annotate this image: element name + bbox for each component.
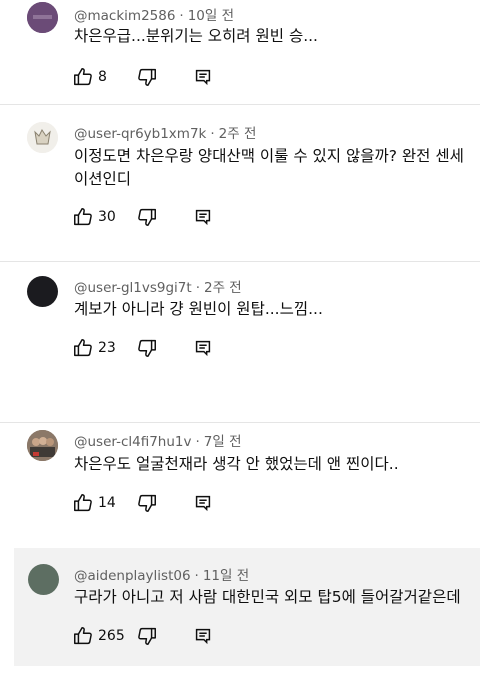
- avatar[interactable]: [27, 430, 58, 461]
- comment-meta: @aidenplaylist06 · 11일 전: [74, 564, 249, 584]
- avatar[interactable]: [27, 276, 58, 307]
- comment-time[interactable]: 7일 전: [204, 434, 242, 450]
- thumbs-up-icon[interactable]: [72, 492, 94, 514]
- reply-icon[interactable]: [192, 337, 214, 359]
- thumbs-down-icon[interactable]: [136, 337, 158, 359]
- comment-text: 계보가 아니라 걍 원빈이 원탑...느낌...: [74, 300, 323, 318]
- comment-text: 차은우도 얼굴천재라 생각 안 했었는데 앤 찐이다..: [74, 455, 399, 473]
- author-handle[interactable]: @user-qr6yb1xm7k: [74, 126, 206, 142]
- comment-meta: @mackim2586 · 10일 전: [74, 4, 234, 24]
- thumbs-down-icon[interactable]: [136, 206, 158, 228]
- comment-2: @user-qr6yb1xm7k · 2주 전 이정도면 차은우랑 양대산맥 이룰 …: [0, 118, 480, 238]
- author-handle[interactable]: @aidenplaylist06: [74, 568, 191, 584]
- separator-dot: ·: [195, 280, 200, 296]
- thumbs-down-icon[interactable]: [136, 625, 158, 647]
- like-count: 14: [98, 495, 116, 511]
- thumbs-up-icon[interactable]: [72, 206, 94, 228]
- comment-time[interactable]: 2주 전: [204, 280, 242, 296]
- comment-actions: 23: [72, 337, 214, 359]
- avatar[interactable]: [27, 2, 58, 33]
- thumbs-up-icon[interactable]: [72, 625, 94, 647]
- thumbs-down-icon[interactable]: [136, 66, 158, 88]
- avatar[interactable]: [28, 564, 59, 595]
- like-count: 265: [98, 628, 125, 644]
- reply-icon[interactable]: [192, 492, 214, 514]
- comment-actions: 8: [72, 66, 214, 88]
- comment-5-highlighted: @aidenplaylist06 · 11일 전 구라가 아니고 저 사람 대한민국…: [14, 548, 480, 666]
- like-count: 23: [98, 340, 116, 356]
- comment-time[interactable]: 10일 전: [188, 8, 234, 24]
- reply-icon[interactable]: [192, 206, 214, 228]
- author-handle[interactable]: @user-gl1vs9gi7t: [74, 280, 192, 296]
- comment-meta: @user-qr6yb1xm7k · 2주 전: [74, 122, 256, 142]
- avatar[interactable]: [27, 122, 58, 153]
- author-handle[interactable]: @mackim2586: [74, 8, 175, 24]
- comment-text: 구라가 아니고 저 사람 대한민국 외모 탑5에 들어갈거같은데: [74, 588, 461, 606]
- thumbs-up-icon[interactable]: [72, 66, 94, 88]
- divider: [0, 261, 480, 262]
- comment-3: @user-gl1vs9gi7t · 2주 전 계보가 아니라 걍 원빈이 원탑..…: [0, 274, 480, 374]
- comment-time[interactable]: 11일 전: [203, 568, 249, 584]
- comment-1: @mackim2586 · 10일 전 차은우급...분위기는 오히려 원빈 승..…: [0, 0, 480, 100]
- like-count: 30: [98, 209, 116, 225]
- like-count: 8: [98, 69, 107, 85]
- thumbs-down-icon[interactable]: [136, 492, 158, 514]
- comment-actions: 30: [72, 206, 214, 228]
- comment-text-line-1: 이정도면 차은우랑 양대산맥 이룰 수 있지 않을까? 완전 센세: [74, 147, 464, 165]
- comment-meta: @user-cl4fi7hu1v · 7일 전: [74, 430, 242, 450]
- comment-text-line-2: 이션인디: [74, 170, 132, 188]
- separator-dot: ·: [210, 126, 215, 142]
- comment-actions: 265: [72, 625, 214, 647]
- comment-actions: 14: [72, 492, 214, 514]
- divider: [0, 104, 480, 105]
- divider: [0, 422, 480, 423]
- reply-icon[interactable]: [192, 66, 214, 88]
- separator-dot: ·: [179, 8, 184, 24]
- comment-text: 차은우급...분위기는 오히려 원빈 승...: [74, 27, 318, 45]
- reply-icon[interactable]: [192, 625, 214, 647]
- author-handle[interactable]: @user-cl4fi7hu1v: [74, 434, 192, 450]
- separator-dot: ·: [195, 434, 200, 450]
- comment-time[interactable]: 2주 전: [219, 126, 257, 142]
- thumbs-up-icon[interactable]: [72, 337, 94, 359]
- separator-dot: ·: [194, 568, 199, 584]
- comment-meta: @user-gl1vs9gi7t · 2주 전: [74, 276, 242, 296]
- comment-4: @user-cl4fi7hu1v · 7일 전 차은우도 얼굴천재라 생각 안 했었…: [0, 430, 480, 530]
